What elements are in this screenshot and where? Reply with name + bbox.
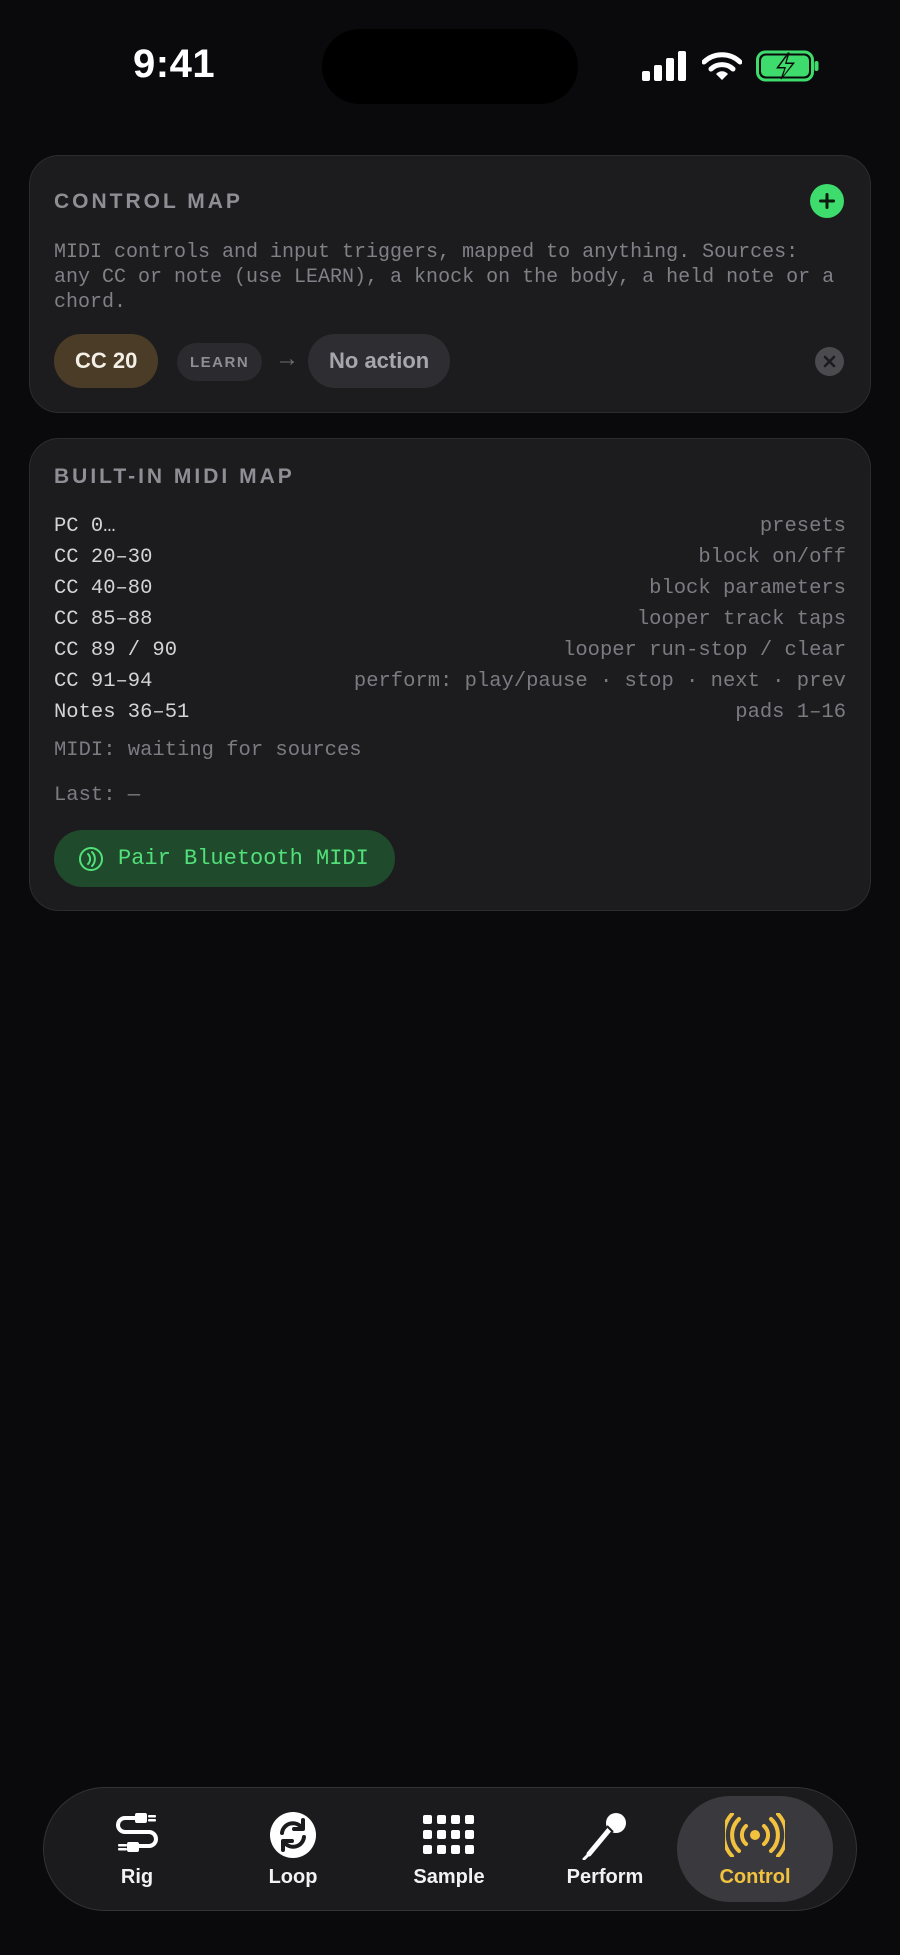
wifi-icon xyxy=(702,52,742,80)
midi-map-table: PC 0… presets CC 20–30 block on/off CC 4… xyxy=(54,511,846,728)
midi-map-key: CC 91–94 xyxy=(54,670,153,693)
cable-icon xyxy=(116,1813,158,1852)
status-bar: 9:41 xyxy=(0,0,900,120)
midi-map-title: BUILT-IN MIDI MAP xyxy=(54,465,295,488)
close-icon xyxy=(823,355,836,368)
midi-map-card: BUILT-IN MIDI MAP PC 0… presets CC 20–30… xyxy=(29,438,871,911)
midi-map-key: CC 89 / 90 xyxy=(54,639,178,662)
battery-charging-icon xyxy=(756,50,819,82)
tab-label: Loop xyxy=(268,1866,318,1888)
control-map-title: CONTROL MAP xyxy=(54,190,243,213)
midi-map-value: block parameters xyxy=(649,577,846,600)
midi-status-text: MIDI: waiting for sources xyxy=(54,739,362,762)
tab-control[interactable]: Control xyxy=(677,1796,833,1902)
midi-map-key: CC 40–80 xyxy=(54,577,153,600)
learn-button[interactable]: LEARN xyxy=(177,343,263,381)
control-map-card: CONTROL MAP MIDI controls and input trig… xyxy=(29,155,871,413)
mapping-arrow: → xyxy=(275,345,299,372)
midi-map-row: CC 20–30 block on/off xyxy=(54,542,846,573)
midi-map-value: looper track taps xyxy=(636,608,846,631)
pair-bluetooth-midi-button[interactable]: Pair Bluetooth MIDI xyxy=(54,830,395,887)
midi-map-value: perform: play/pause · stop · next · prev xyxy=(353,670,846,693)
broadcast-icon xyxy=(725,1813,785,1857)
tab-loop[interactable]: Loop xyxy=(215,1796,371,1902)
mapping-source-pill[interactable]: CC 20 xyxy=(54,334,159,388)
midi-map-key: PC 0… xyxy=(54,515,116,538)
status-time: 9:41 xyxy=(133,42,216,86)
loop-icon xyxy=(270,1812,316,1858)
microphone-icon xyxy=(582,1813,626,1860)
midi-map-row: CC 40–80 block parameters xyxy=(54,573,846,604)
plus-icon xyxy=(819,193,835,209)
add-mapping-button[interactable] xyxy=(810,184,844,218)
tab-rig[interactable]: Rig xyxy=(59,1796,215,1902)
status-icons xyxy=(642,48,820,84)
bluetooth-signal-icon xyxy=(79,846,103,871)
midi-map-row: CC 91–94 perform: play/pause · stop · ne… xyxy=(54,666,846,697)
midi-map-key: CC 20–30 xyxy=(54,546,153,569)
midi-map-row: CC 89 / 90 looper run-stop / clear xyxy=(54,635,846,666)
remove-mapping-button[interactable] xyxy=(815,347,844,376)
midi-map-key: Notes 36–51 xyxy=(54,701,190,724)
midi-map-value: pads 1–16 xyxy=(735,701,846,724)
midi-map-value: looper run-stop / clear xyxy=(563,639,846,662)
tab-perform[interactable]: Perform xyxy=(527,1796,683,1902)
tab-bar: Rig Loop Sample Perform Control xyxy=(43,1787,857,1911)
midi-map-key: CC 85–88 xyxy=(54,608,153,631)
midi-map-row: PC 0… presets xyxy=(54,511,846,542)
midi-map-row: CC 85–88 looper track taps xyxy=(54,604,846,635)
tab-label: Sample xyxy=(413,1866,485,1888)
tab-sample[interactable]: Sample xyxy=(371,1796,527,1902)
cellular-signal-icon xyxy=(642,51,686,81)
tab-label: Control xyxy=(719,1866,791,1888)
midi-map-value: block on/off xyxy=(698,546,846,569)
midi-last-message: Last: — xyxy=(54,784,141,807)
control-map-description: MIDI controls and input triggers, mapped… xyxy=(54,241,835,314)
pair-bluetooth-midi-label: Pair Bluetooth MIDI xyxy=(118,846,369,871)
tab-label: Perform xyxy=(566,1866,644,1888)
grid-icon xyxy=(423,1815,474,1854)
midi-map-value: presets xyxy=(759,515,846,538)
tab-label: Rig xyxy=(120,1866,154,1888)
midi-map-row: Notes 36–51 pads 1–16 xyxy=(54,697,846,728)
mapping-action-pill[interactable]: No action xyxy=(308,334,451,388)
dynamic-island xyxy=(322,29,578,104)
